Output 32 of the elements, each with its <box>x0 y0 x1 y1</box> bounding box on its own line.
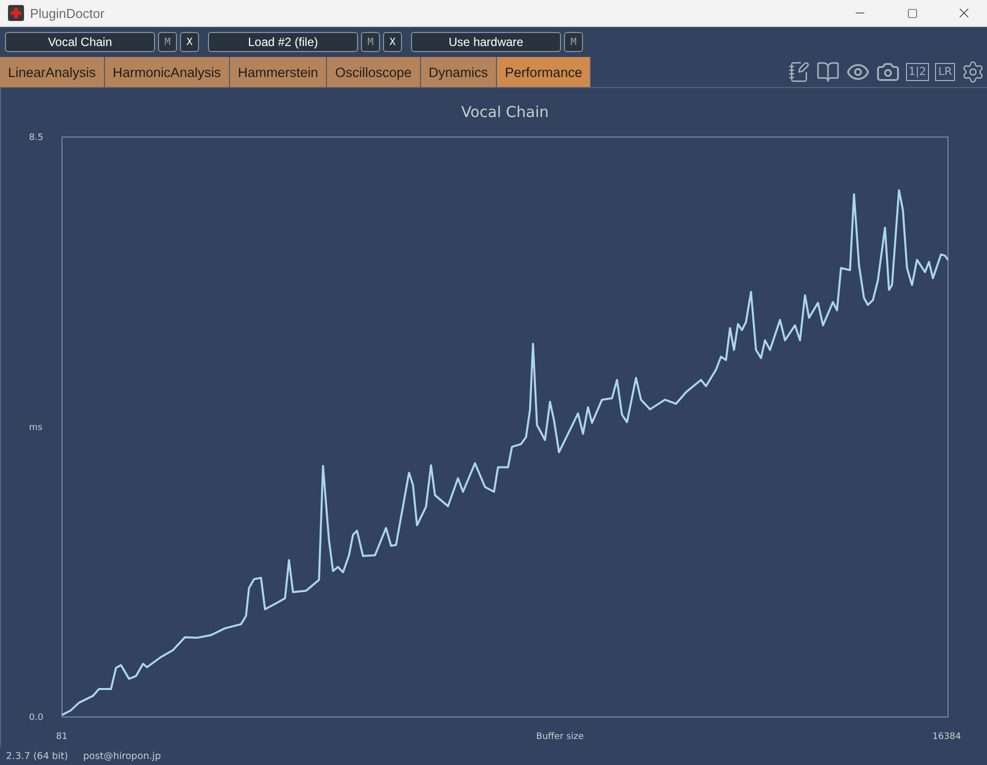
settings-icon[interactable] <box>961 60 985 84</box>
remove-button[interactable]: X <box>180 32 199 52</box>
plugin-slot-button[interactable]: Load #2 (file) <box>208 32 358 52</box>
mute-button[interactable]: M <box>158 32 177 52</box>
window-title: PluginDoctor <box>30 6 104 20</box>
x-axis-label: Buffer size <box>536 732 584 742</box>
chart-title: Vocal Chain <box>461 103 549 121</box>
tab[interactable]: Dynamics <box>420 57 497 87</box>
y-tick-label: 8.5 <box>29 133 44 143</box>
tab[interactable]: LinearAnalysis <box>0 57 105 87</box>
view-toggle-button[interactable]: 1|2 <box>906 63 930 81</box>
tab[interactable]: Hammerstein <box>230 57 328 87</box>
tab[interactable]: Performance <box>496 57 592 87</box>
maximize-icon[interactable] <box>906 8 918 18</box>
x-tick-label: 81 <box>56 732 68 742</box>
mute-button[interactable]: M <box>361 32 380 52</box>
y-tick-label: 0.0 <box>29 713 44 723</box>
y-axis-label: ms <box>29 423 42 433</box>
mute-button[interactable]: M <box>564 32 583 52</box>
remove-button[interactable]: X <box>383 32 402 52</box>
plugin-slot-button[interactable]: Use hardware <box>411 32 561 52</box>
version-label: 2.3.7 (64 bit) <box>6 750 68 762</box>
tab[interactable]: HarmonicAnalysis <box>104 57 230 87</box>
tab[interactable]: Oscilloscope <box>327 57 421 87</box>
camera-icon[interactable] <box>876 60 900 84</box>
app-logo-icon <box>8 5 24 21</box>
book-icon[interactable] <box>816 60 840 84</box>
plugin-slot-button[interactable]: Vocal Chain <box>5 32 155 52</box>
notes-icon[interactable] <box>788 61 810 83</box>
x-tick-label: 16384 <box>932 732 961 742</box>
contact-email: post@hiropon.jp <box>83 750 161 762</box>
view-toggle-button[interactable]: LR <box>935 63 955 81</box>
